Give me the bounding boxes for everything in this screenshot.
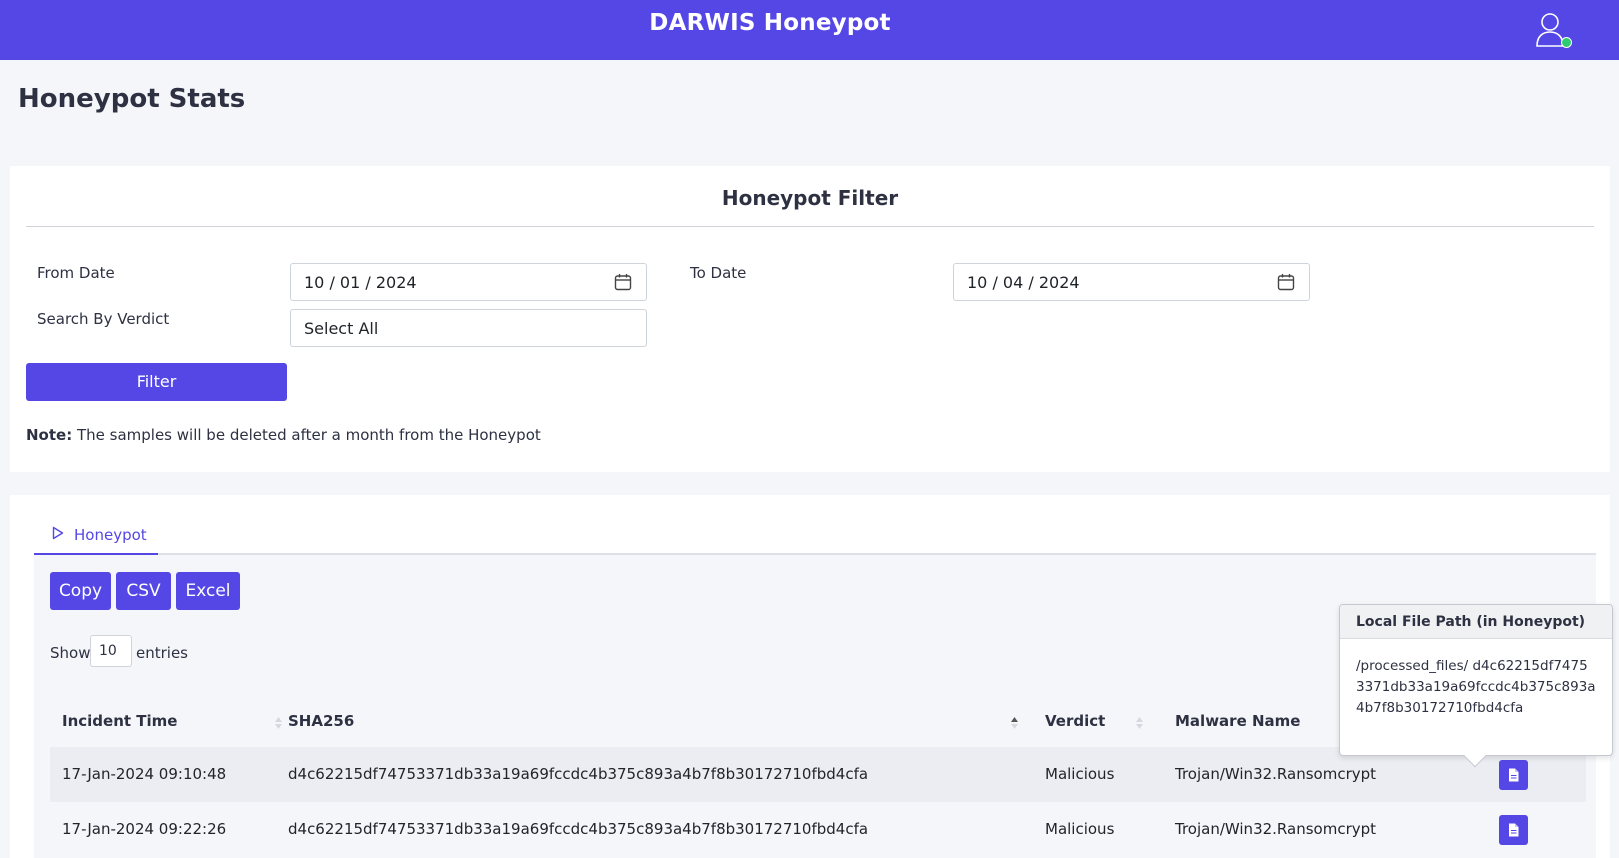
file-path-popover: Local File Path (in Honeypot) /processed… bbox=[1339, 604, 1613, 768]
verdict-label: Search By Verdict bbox=[37, 310, 170, 328]
calendar-icon[interactable] bbox=[1277, 273, 1295, 291]
sort-icon[interactable] bbox=[1135, 714, 1144, 732]
filter-title: Honeypot Filter bbox=[721, 186, 899, 210]
show-label: Show bbox=[50, 644, 91, 662]
from-date-value: 10 / 01 / 2024 bbox=[304, 273, 417, 292]
excel-button[interactable]: Excel bbox=[176, 572, 240, 610]
app-title: DARWIS Honeypot bbox=[649, 10, 891, 36]
page-title: Honeypot Stats bbox=[18, 84, 246, 114]
sort-icon[interactable] bbox=[274, 714, 283, 732]
popover-body: /processed_files/ d4c62215df74753371db33… bbox=[1356, 658, 1596, 716]
csv-button[interactable]: CSV bbox=[116, 572, 171, 610]
cell-incident-time: 17-Jan-2024 09:10:48 bbox=[62, 765, 227, 783]
page-length-select[interactable]: 10 bbox=[90, 635, 132, 667]
cell-malware-name: Trojan/Win32.Ransomcrypt bbox=[1175, 765, 1377, 783]
top-navbar: DARWIS Honeypot bbox=[0, 0, 1619, 60]
tab-label: Honeypot bbox=[74, 526, 147, 544]
to-date-value: 10 / 04 / 2024 bbox=[967, 273, 1080, 292]
from-date-label: From Date bbox=[37, 264, 115, 282]
to-date-label: To Date bbox=[690, 264, 747, 282]
file-icon bbox=[1509, 823, 1519, 837]
cell-sha256: d4c62215df74753371db33a19a69fccdc4b375c8… bbox=[288, 765, 869, 783]
sort-asc-icon[interactable] bbox=[1010, 714, 1019, 732]
cell-verdict: Malicious bbox=[1045, 765, 1115, 783]
column-header-sha256[interactable]: SHA256 bbox=[288, 712, 354, 730]
divider bbox=[26, 226, 1594, 227]
column-header-incident-time[interactable]: Incident Time bbox=[62, 712, 177, 730]
cell-malware-name: Trojan/Win32.Ransomcrypt bbox=[1175, 820, 1377, 838]
column-header-malware-name[interactable]: Malware Name bbox=[1175, 712, 1300, 730]
filter-button[interactable]: Filter bbox=[26, 363, 287, 401]
note-body: The samples will be deleted after a mont… bbox=[76, 426, 541, 444]
table-row: 17-Jan-2024 09:22:26 d4c62215df74753371d… bbox=[50, 802, 1586, 857]
file-path-button[interactable] bbox=[1499, 760, 1528, 790]
tab-honeypot[interactable]: Honeypot bbox=[34, 515, 158, 555]
verdict-select-value: Select All bbox=[304, 319, 379, 338]
note-label: Note: bbox=[26, 426, 73, 444]
online-status-dot bbox=[1561, 37, 1572, 48]
copy-button[interactable]: Copy bbox=[50, 572, 111, 610]
cell-sha256: d4c62215df74753371db33a19a69fccdc4b375c8… bbox=[288, 820, 869, 838]
play-outline-icon bbox=[52, 526, 64, 540]
file-path-button[interactable] bbox=[1499, 815, 1528, 845]
to-date-input[interactable]: 10 / 04 / 2024 bbox=[953, 263, 1310, 301]
popover-title: Local File Path (in Honeypot) bbox=[1340, 605, 1612, 639]
entries-label: entries bbox=[136, 644, 188, 662]
file-icon bbox=[1509, 768, 1519, 782]
filter-card: Honeypot Filter From Date 10 / 01 / 2024… bbox=[10, 166, 1610, 472]
note-text: Note: The samples will be deleted after … bbox=[26, 426, 541, 444]
cell-incident-time: 17-Jan-2024 09:22:26 bbox=[62, 820, 227, 838]
verdict-select[interactable]: Select All bbox=[290, 309, 647, 347]
column-header-verdict[interactable]: Verdict bbox=[1045, 712, 1105, 730]
from-date-input[interactable]: 10 / 01 / 2024 bbox=[290, 263, 647, 301]
cell-verdict: Malicious bbox=[1045, 820, 1115, 838]
calendar-icon[interactable] bbox=[614, 273, 632, 291]
